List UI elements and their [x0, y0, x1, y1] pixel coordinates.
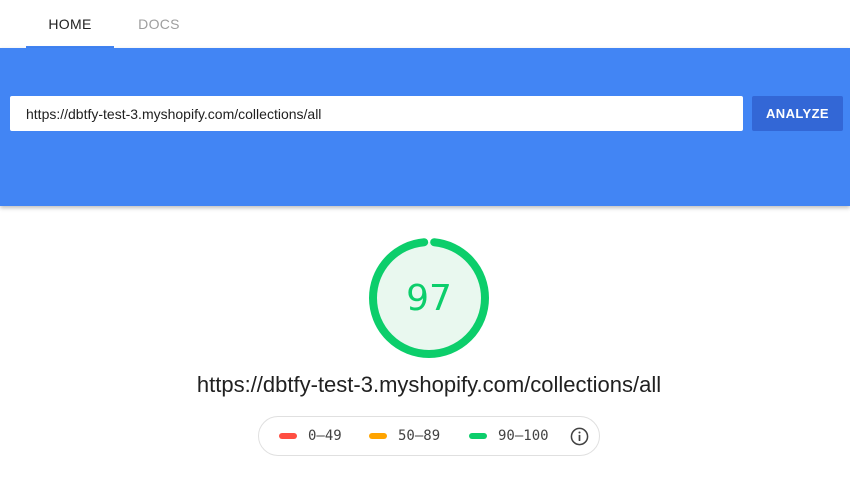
- tab-home[interactable]: HOME: [26, 0, 114, 48]
- info-icon[interactable]: [570, 427, 589, 446]
- score-value: 97: [406, 277, 452, 319]
- tab-bar: HOME DOCS: [0, 0, 850, 48]
- legend-fail-label: 0–49: [308, 428, 342, 444]
- legend-fail: 0–49: [279, 417, 342, 455]
- score-legend: 0–49 50–89 90–100: [258, 416, 600, 456]
- tab-docs[interactable]: DOCS: [114, 0, 204, 48]
- legend-average: 50–89: [369, 417, 440, 455]
- analyze-button-label: ANALYZE: [766, 106, 829, 121]
- url-input[interactable]: [10, 96, 743, 131]
- pass-swatch: [469, 433, 487, 439]
- fail-swatch: [279, 433, 297, 439]
- average-swatch: [369, 433, 387, 439]
- legend-average-label: 50–89: [398, 428, 441, 444]
- legend-pass-label: 90–100: [498, 428, 549, 444]
- audited-url: https://dbtfy-test-3.myshopify.com/colle…: [196, 372, 662, 397]
- analyze-button[interactable]: ANALYZE: [752, 96, 843, 131]
- legend-pass: 90–100: [469, 417, 549, 455]
- tab-docs-label: DOCS: [138, 16, 180, 32]
- search-banner: ANALYZE: [0, 48, 850, 206]
- tab-home-label: HOME: [48, 16, 92, 32]
